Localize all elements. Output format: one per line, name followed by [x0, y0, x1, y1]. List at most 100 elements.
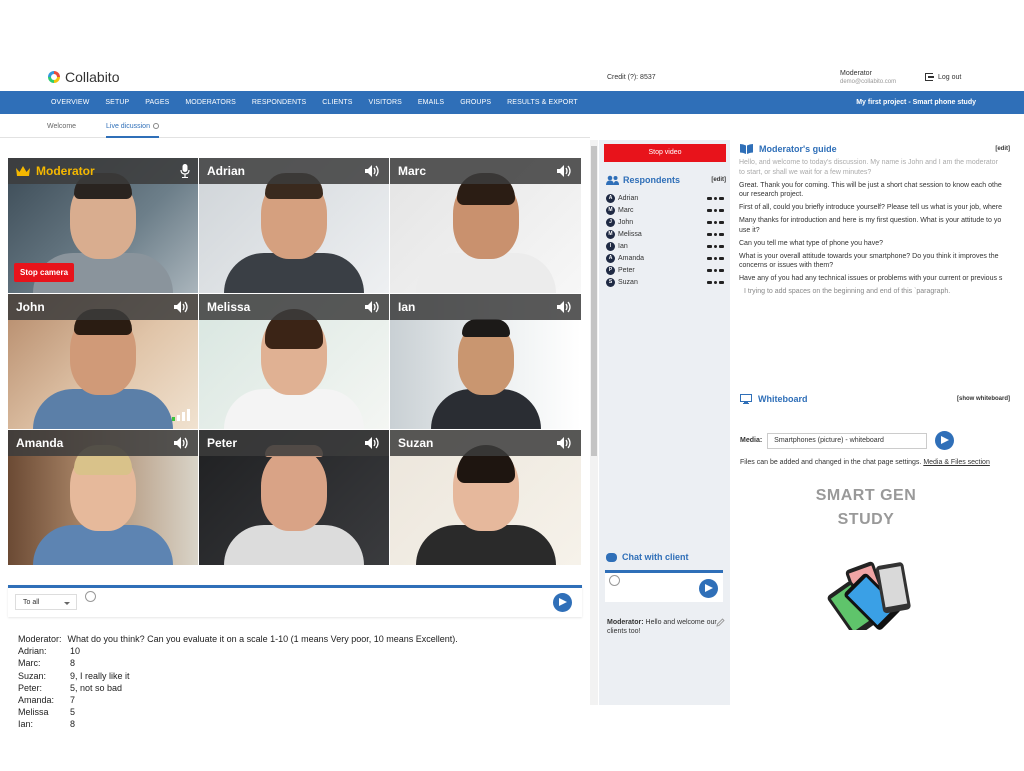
guide-edit-link[interactable]: [edit]	[995, 146, 1010, 152]
respondents-panel: Stop video Respondents [edit] A Adrian MM…	[599, 140, 730, 705]
tile-header: Amanda	[8, 430, 198, 456]
whiteboard-title: Whiteboard	[758, 394, 808, 404]
logout-button[interactable]: Log out	[925, 73, 961, 81]
tile-name-ian: Ian	[398, 300, 416, 314]
pencil-icon[interactable]	[716, 618, 725, 627]
client-chat-composer[interactable]	[605, 570, 723, 602]
media-send-button[interactable]	[935, 431, 955, 450]
guide-text: Hello, and welcome to today's discussion…	[739, 158, 1024, 300]
whiteboard-content-title: SMART GEN STUDY	[732, 484, 1000, 532]
respondent-item[interactable]: J John	[606, 216, 724, 228]
guide-line: to start, or shall we wait for a few min…	[739, 168, 872, 176]
chat-message: Ian: 8	[18, 718, 458, 730]
nav-moderators[interactable]: MODERATORS	[185, 99, 236, 106]
video-tile-peter[interactable]: Peter	[199, 430, 390, 566]
chevron-down-icon	[64, 602, 70, 605]
nav-emails[interactable]: EMAILS	[418, 99, 444, 106]
respondent-badge: P	[606, 265, 615, 275]
tile-header: John	[8, 294, 198, 320]
chat-log: Moderator: What do you think? Can you eva…	[18, 633, 458, 731]
respondent-name: Ian	[618, 242, 628, 250]
video-tile-melissa[interactable]: Melissa	[199, 294, 390, 430]
video-tile-amanda[interactable]: Amanda	[8, 430, 199, 566]
nav-respondents[interactable]: RESPONDENTS	[252, 99, 306, 106]
scrollbar-thumb[interactable]	[591, 146, 597, 456]
tile-header: Melissa	[199, 294, 389, 320]
speaker-icon[interactable]	[365, 301, 381, 313]
video-tile-suzan[interactable]: Suzan	[390, 430, 582, 566]
whiteboard-line-1: SMART GEN	[815, 487, 917, 504]
nav-results-export[interactable]: RESULTS & EXPORT	[507, 99, 578, 106]
nav-groups[interactable]: GROUPS	[460, 99, 491, 106]
send-button[interactable]	[553, 593, 572, 612]
stop-video-button[interactable]: Stop video	[604, 144, 726, 162]
respondent-item[interactable]: M Melissa	[606, 228, 724, 240]
media-label: Media:	[740, 437, 763, 444]
respondent-item[interactable]: A Adrian	[606, 192, 724, 204]
tile-name-melissa: Melissa	[207, 300, 251, 314]
respondents-edit-link[interactable]: [edit]	[711, 177, 726, 183]
respondent-item[interactable]: P Peter	[606, 264, 724, 276]
nav-pages[interactable]: PAGES	[145, 99, 169, 106]
respondent-badge: A	[606, 193, 615, 203]
speaker-icon[interactable]	[174, 301, 190, 313]
chat-message: Moderator: What do you think? Can you eva…	[18, 633, 458, 645]
respondent-item[interactable]: M Marc	[606, 204, 724, 216]
user-info: Moderator demo@collabito.com	[840, 70, 896, 86]
emoji-icon[interactable]	[609, 575, 620, 586]
media-files-link[interactable]: Media & Files section	[923, 459, 990, 466]
speaker-icon[interactable]	[365, 437, 381, 449]
respondent-name: Marc	[618, 206, 634, 214]
video-tile-marc[interactable]: Marc	[390, 158, 582, 294]
guide-line: Have any of you had any technical issues…	[739, 275, 1003, 282]
speaker-icon[interactable]	[174, 437, 190, 449]
nav-setup[interactable]: SETUP	[105, 99, 129, 106]
respondent-item[interactable]: I Ian	[606, 240, 724, 252]
recipient-select[interactable]: To all	[15, 594, 77, 610]
speaker-icon[interactable]	[557, 165, 573, 177]
logo[interactable]: Collabito	[48, 69, 119, 85]
main-nav: OVERVIEW SETUP PAGES MODERATORS RESPONDE…	[0, 91, 1024, 114]
tile-header: Adrian	[199, 158, 389, 184]
chat-composer: To all	[8, 585, 582, 617]
main-scrollbar[interactable]	[590, 140, 598, 705]
respondent-status-icons	[707, 268, 724, 272]
chat-author: Marc:	[18, 658, 41, 669]
respondent-name: Amanda	[618, 254, 645, 262]
respondent-badge: J	[606, 217, 615, 227]
participant-figure	[224, 309, 364, 429]
guide-title: Moderator's guide	[759, 144, 837, 154]
show-whiteboard-link[interactable]: [show whiteboard]	[957, 396, 1010, 402]
video-tile-moderator[interactable]: Moderator Stop camera	[8, 158, 199, 294]
credit-balance: Credit (?): 8537	[607, 74, 656, 81]
nav-overview[interactable]: OVERVIEW	[51, 99, 89, 106]
respondent-status-icons	[707, 244, 724, 248]
signal-strength-icon	[172, 409, 190, 421]
video-tile-ian[interactable]: Ian	[390, 294, 582, 430]
chat-author: Moderator:	[18, 634, 62, 644]
guide-line: I trying to add spaces on the beginning …	[744, 288, 951, 295]
chat-text: 8	[70, 658, 76, 669]
speaker-icon[interactable]	[365, 165, 381, 177]
speaker-icon[interactable]	[557, 301, 573, 313]
nav-visitors[interactable]: VISITORS	[369, 99, 402, 106]
chat-author: Ian:	[18, 719, 34, 730]
chat-bubble-icon	[606, 552, 617, 562]
speaker-icon[interactable]	[557, 437, 573, 449]
tab-live-discussion[interactable]: Live dicussion	[106, 123, 159, 138]
tile-name-adrian: Adrian	[207, 164, 246, 178]
media-select[interactable]: Smartphones (picture) - whiteboard	[767, 432, 928, 449]
chat-message: Adrian: 10	[18, 645, 458, 657]
video-tile-john[interactable]: John	[8, 294, 199, 430]
emoji-icon[interactable]	[85, 591, 96, 602]
stop-camera-button[interactable]: Stop camera	[14, 263, 75, 282]
nav-clients[interactable]: CLIENTS	[322, 99, 352, 106]
respondent-item[interactable]: S Suzan	[606, 276, 724, 288]
video-tile-adrian[interactable]: Adrian	[199, 158, 390, 294]
microphone-icon[interactable]	[180, 164, 190, 178]
respondent-item[interactable]: A Amanda	[606, 252, 724, 264]
client-send-button[interactable]	[699, 579, 718, 598]
tab-welcome[interactable]: Welcome	[47, 123, 76, 130]
project-name[interactable]: My first project - Smart phone study	[856, 99, 976, 106]
guide-line: concerns or issues with them?	[739, 262, 834, 269]
